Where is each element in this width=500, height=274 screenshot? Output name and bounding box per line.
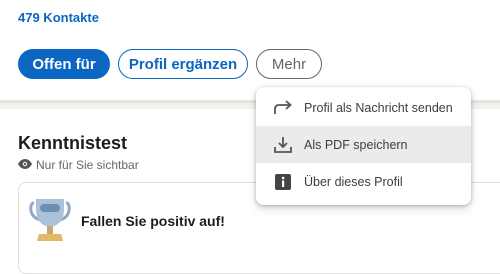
trophy-icon bbox=[28, 197, 72, 248]
menu-item-label: Profil als Nachricht senden bbox=[304, 100, 453, 115]
visibility-label: Nur für Sie sichtbar bbox=[36, 158, 139, 172]
complete-profile-button[interactable]: Profil ergänzen bbox=[118, 49, 248, 79]
menu-item-save-pdf[interactable]: Als PDF speichern bbox=[256, 126, 471, 163]
menu-item-label: Über dieses Profil bbox=[304, 174, 403, 189]
more-dropdown-menu: Profil als Nachricht senden Als PDF spei… bbox=[256, 87, 471, 205]
skills-section-title: Kenntnistest bbox=[18, 133, 128, 153]
menu-item-label: Als PDF speichern bbox=[304, 137, 408, 152]
menu-item-send-profile[interactable]: Profil als Nachricht senden bbox=[256, 89, 471, 126]
visibility-note: Nur für Sie sichtbar bbox=[18, 158, 139, 172]
download-icon bbox=[272, 134, 294, 156]
open-for-button[interactable]: Offen für bbox=[18, 49, 110, 79]
card-headline: Fallen Sie positiv auf! bbox=[81, 213, 225, 229]
info-icon bbox=[272, 171, 294, 193]
menu-item-about-profile[interactable]: Über dieses Profil bbox=[256, 163, 471, 200]
more-button[interactable]: Mehr bbox=[256, 49, 322, 79]
contacts-count-link[interactable]: 479 Kontakte bbox=[18, 10, 99, 25]
eye-icon bbox=[18, 158, 32, 172]
share-arrow-icon bbox=[272, 97, 294, 119]
